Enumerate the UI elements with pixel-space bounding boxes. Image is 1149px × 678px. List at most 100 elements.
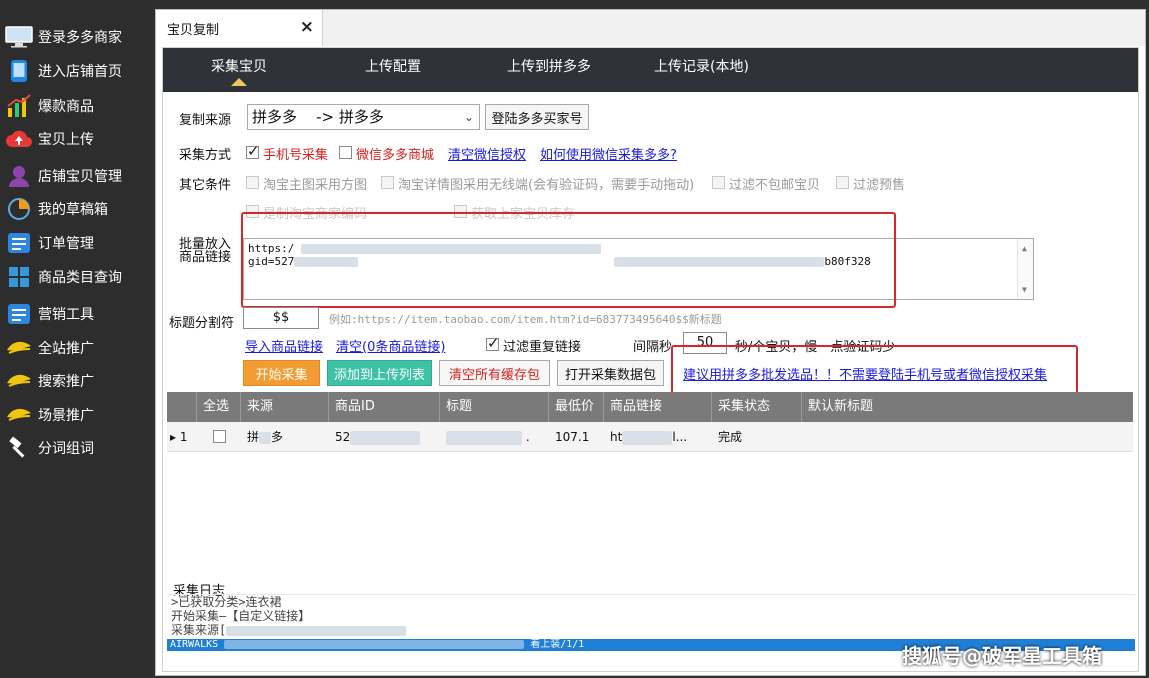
source-label: 复制来源 bbox=[179, 113, 232, 128]
log-line: >已获取分类>连衣裙 bbox=[171, 595, 282, 609]
start-collect-button[interactable]: 开始采集 bbox=[243, 360, 320, 386]
textarea-scrollbar[interactable]: ▲ ▼ bbox=[1017, 239, 1033, 299]
wechat-collect-label: 微信多多商城 bbox=[356, 148, 435, 163]
watermark-text: 搜狐号@破军星工具箱 bbox=[902, 644, 1102, 668]
sidebar-item-category-query[interactable]: 商品类目查询 bbox=[4, 262, 150, 292]
tab-upload-to-pdd[interactable]: 上传到拼多多 bbox=[507, 56, 591, 76]
row-indicator: ▸ 1 bbox=[170, 430, 188, 444]
tab-collect[interactable]: 采集宝贝 bbox=[211, 56, 267, 76]
cloud-upload-icon bbox=[4, 126, 34, 152]
tab-upload-config[interactable]: 上传配置 bbox=[365, 56, 421, 76]
filter-no-ship-checkbox[interactable] bbox=[712, 176, 725, 189]
sidebar-item-label: 店铺宝贝管理 bbox=[38, 169, 122, 185]
open-data-pack-button[interactable]: 打开采集数据包 bbox=[557, 360, 664, 386]
filter-presale-label: 过滤预售 bbox=[853, 178, 906, 193]
tab-upload-history[interactable]: 上传记录(本地) bbox=[654, 56, 749, 76]
status-left: AIRWALKS bbox=[170, 639, 219, 650]
taobao-detail-mobile-label: 淘宝详情图采用无线端(会有验证码，需要手动拖动) bbox=[398, 178, 695, 193]
sidebar-item-hot-products[interactable]: 爆款商品 bbox=[4, 91, 150, 121]
main-window: 宝贝复制 × 采集宝贝 上传配置 上传到拼多多 上传记录(本地) 复制来源 拼多… bbox=[155, 9, 1146, 676]
source-select-value: 拼多多 -> 拼多多 bbox=[252, 108, 384, 126]
sidebar-item-orders[interactable]: 订单管理 bbox=[4, 228, 150, 258]
close-icon[interactable]: × bbox=[300, 18, 314, 36]
list-icon bbox=[4, 230, 34, 256]
taobao-main-square-checkbox[interactable] bbox=[246, 176, 259, 189]
header-cell-product-id[interactable]: 商品ID bbox=[329, 392, 440, 422]
sidebar-item-marketing[interactable]: 营销工具 bbox=[4, 299, 150, 329]
header-cell-title[interactable]: 标题 bbox=[440, 392, 549, 422]
sidebar-item-label: 营销工具 bbox=[38, 307, 94, 323]
sidebar-item-label: 订单管理 bbox=[38, 236, 94, 252]
megaphone-icon bbox=[4, 335, 34, 361]
sidebar-item-login-merchant[interactable]: 登录多多商家 bbox=[4, 22, 150, 52]
sidebar-item-drafts[interactable]: 我的草稿箱 bbox=[4, 194, 150, 224]
tab-title: 宝贝复制 bbox=[167, 22, 220, 38]
subtab-bar: 采集宝贝 上传配置 上传到拼多多 上传记录(本地) bbox=[163, 48, 1138, 92]
taobao-detail-mobile-checkbox[interactable] bbox=[381, 176, 394, 189]
sidebar-item-label: 全站推广 bbox=[38, 341, 94, 357]
content-panel: 采集宝贝 上传配置 上传到拼多多 上传记录(本地) 复制来源 拼多多 -> 拼多… bbox=[162, 47, 1139, 672]
sidebar-item-search-promo[interactable]: 搜索推广 bbox=[4, 366, 150, 396]
batch-links-label-2: 商品链接 bbox=[179, 250, 232, 265]
hammer-icon bbox=[4, 435, 34, 461]
header-cell-new-title[interactable]: 默认新标题 bbox=[802, 392, 1133, 422]
row-status: 完成 bbox=[718, 430, 743, 444]
taobao-main-square-label: 淘宝主图采用方图 bbox=[263, 178, 368, 193]
sidebar-item-shop-home[interactable]: 进入店铺首页 bbox=[4, 56, 150, 86]
sidebar-item-upload[interactable]: 宝贝上传 bbox=[4, 124, 150, 154]
filter-duplicate-checkbox[interactable] bbox=[486, 334, 500, 352]
header-cell-product-link[interactable]: 商品链接 bbox=[604, 392, 712, 422]
annotation-box-suggest bbox=[671, 345, 1078, 397]
add-to-upload-button[interactable]: 添加到上传列表 bbox=[327, 360, 432, 386]
tablet-icon bbox=[4, 58, 34, 84]
sidebar-item-scene-promo[interactable]: 场景推广 bbox=[4, 400, 150, 430]
chevron-down-icon: ⌄ bbox=[463, 110, 474, 124]
row-new-title bbox=[802, 422, 1133, 452]
login-buyer-button[interactable]: 登陆多多买家号 bbox=[485, 104, 589, 130]
row-product-id: 52 bbox=[329, 422, 440, 452]
row-title: . bbox=[440, 422, 549, 452]
row-product-link: ht l... bbox=[610, 430, 688, 445]
filter-presale-checkbox[interactable] bbox=[836, 176, 849, 189]
title-separator-label: 标题分割符 bbox=[169, 316, 235, 331]
document-tabbar: 宝贝复制 × bbox=[156, 10, 1145, 46]
header-cell-status[interactable]: 采集状态 bbox=[712, 392, 802, 422]
wechat-collect-checkbox[interactable] bbox=[339, 146, 352, 159]
table-row[interactable]: ▸ 1 拼多 52 . 107.1 ht l... 完成 bbox=[167, 422, 1133, 452]
other-conditions-label: 其它条件 bbox=[179, 178, 232, 193]
sidebar-item-label: 分词组词 bbox=[38, 441, 94, 457]
import-links-link[interactable]: 导入商品链接 bbox=[245, 336, 323, 355]
header-cell-select-all[interactable]: 全选 bbox=[197, 392, 241, 422]
log-line: 开始采集—【自定义链接】 bbox=[171, 609, 311, 623]
sidebar-item-label: 搜索推广 bbox=[38, 374, 94, 390]
clear-wechat-auth-link[interactable]: 清空微信授权 bbox=[448, 144, 526, 163]
bar-chart-icon bbox=[4, 93, 34, 119]
status-right: 着上装/1/1 bbox=[530, 639, 585, 650]
active-tab-indicator bbox=[231, 78, 247, 86]
filter-duplicate-label: 过滤重复链接 bbox=[503, 340, 582, 355]
title-separator-input[interactable]: $$ bbox=[243, 307, 319, 329]
phone-collect-checkbox[interactable] bbox=[246, 142, 260, 160]
grid-icon bbox=[4, 264, 34, 290]
sidebar-item-site-promo[interactable]: 全站推广 bbox=[4, 333, 150, 363]
source-select[interactable]: 拼多多 -> 拼多多 ⌄ bbox=[247, 104, 480, 130]
row-min-price: 107.1 bbox=[555, 430, 590, 444]
clear-links-link[interactable]: 清空(0条商品链接) bbox=[336, 336, 445, 355]
annotation-box-links bbox=[241, 212, 896, 308]
scroll-up-icon: ▲ bbox=[1022, 244, 1027, 253]
tab-item-copy[interactable]: 宝贝复制 × bbox=[156, 10, 323, 46]
sidebar-item-shop-goods[interactable]: 店铺宝贝管理 bbox=[4, 161, 150, 191]
row-select-checkbox[interactable] bbox=[213, 430, 226, 443]
pie-chart-icon bbox=[4, 196, 34, 222]
header-cell-rowhead bbox=[167, 392, 197, 422]
megaphone-icon bbox=[4, 402, 34, 428]
list-icon bbox=[4, 301, 34, 327]
header-cell-min-price[interactable]: 最低价 bbox=[549, 392, 604, 422]
header-cell-source[interactable]: 来源 bbox=[241, 392, 329, 422]
sidebar-item-label: 爆款商品 bbox=[38, 99, 94, 115]
sidebar-item-label: 商品类目查询 bbox=[38, 270, 122, 286]
sidebar-item-word-split[interactable]: 分词组词 bbox=[4, 433, 150, 463]
sidebar-item-label: 我的草稿箱 bbox=[38, 202, 108, 218]
clear-cache-button[interactable]: 清空所有缓存包 bbox=[439, 360, 550, 386]
how-to-wechat-link[interactable]: 如何使用微信采集多多? bbox=[540, 144, 677, 163]
